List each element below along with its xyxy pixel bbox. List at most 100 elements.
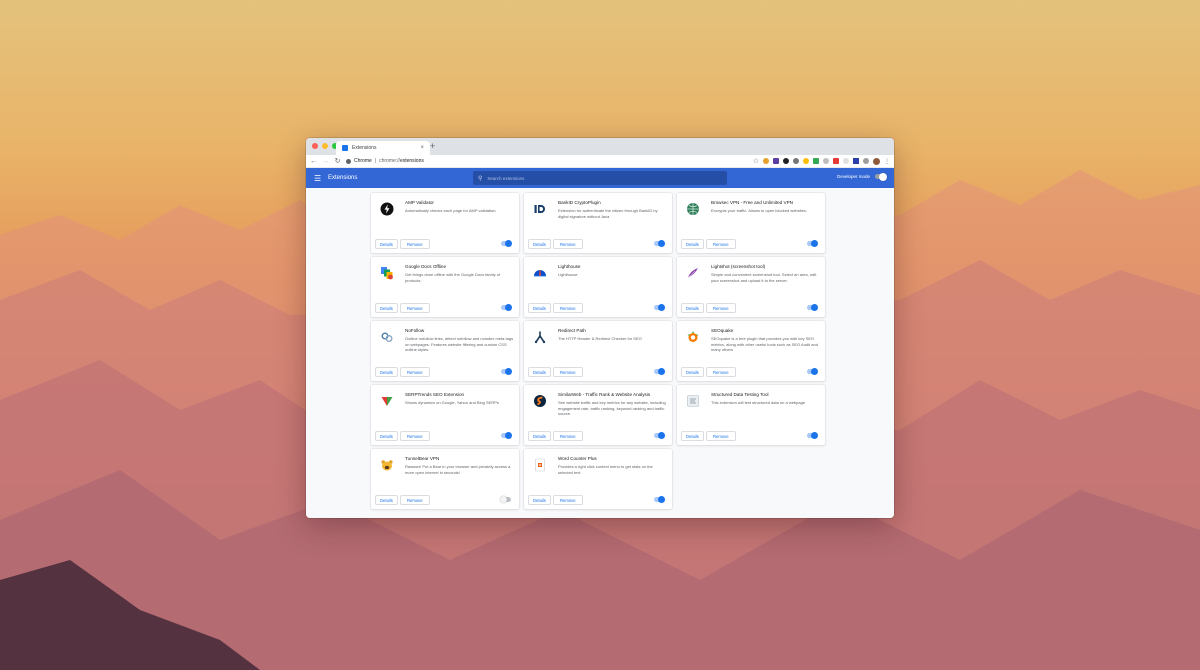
extension-icon[interactable]: [783, 158, 789, 164]
forward-icon[interactable]: →: [322, 158, 329, 165]
extension-icon[interactable]: [763, 158, 769, 164]
extension-enable-toggle[interactable]: [654, 432, 665, 439]
remove-button[interactable]: Remove: [552, 431, 583, 441]
details-button[interactable]: Details: [375, 495, 398, 505]
details-button[interactable]: Details: [681, 367, 704, 377]
extension-name: Google Docs Offline: [405, 264, 447, 269]
remove-button[interactable]: Remove: [399, 495, 430, 505]
search-box[interactable]: ⚲: [473, 171, 727, 185]
extension-enable-toggle[interactable]: [500, 496, 511, 503]
remove-button[interactable]: Remove: [705, 367, 736, 377]
remove-button[interactable]: Remove: [399, 303, 430, 313]
minimize-window-button[interactable]: [322, 143, 328, 149]
extension-card: SimilarWeb - Traffic Rank & Website Anal…: [524, 385, 672, 445]
lightning-bolt-icon: [380, 202, 394, 216]
avatar[interactable]: [873, 157, 880, 165]
details-button[interactable]: Details: [681, 431, 704, 441]
chrome-page-icon: [346, 158, 351, 164]
details-button[interactable]: Details: [528, 495, 551, 505]
extension-enable-toggle[interactable]: [807, 240, 818, 247]
extension-description: Shows dynamics on Google, Yahoo and Bing…: [405, 400, 499, 405]
tab-title: Extensions: [352, 145, 377, 151]
structured-data-icon: [686, 394, 700, 408]
details-button[interactable]: Details: [375, 239, 398, 249]
details-button[interactable]: Details: [375, 303, 398, 313]
details-button[interactable]: Details: [681, 239, 704, 249]
extension-icon[interactable]: [803, 158, 809, 164]
extension-name: NoFollow: [405, 328, 425, 333]
search-input[interactable]: [487, 175, 708, 181]
bookmark-star-icon[interactable]: ☆: [753, 157, 759, 165]
remove-button[interactable]: Remove: [552, 239, 583, 249]
details-button[interactable]: Details: [528, 303, 551, 313]
extension-card: Google Docs Offline Get things done offl…: [371, 257, 519, 317]
extension-enable-toggle[interactable]: [807, 368, 818, 375]
omnibox-path: extensions: [399, 158, 424, 164]
extension-enable-toggle[interactable]: [807, 432, 818, 439]
extension-enable-toggle[interactable]: [654, 368, 665, 375]
extension-enable-toggle[interactable]: [501, 304, 512, 311]
extension-actions: Details Remove: [375, 303, 430, 313]
extension-actions: Details Remove: [681, 303, 736, 313]
details-button[interactable]: Details: [528, 431, 551, 441]
extension-icon[interactable]: [843, 158, 849, 164]
tab-extensions[interactable]: Extensions ×: [336, 141, 430, 155]
details-button[interactable]: Details: [528, 239, 551, 249]
remove-button[interactable]: Remove: [705, 303, 736, 313]
window-controls: [312, 143, 338, 149]
extension-name: TunnelBear VPN: [405, 456, 440, 461]
remove-button[interactable]: Remove: [399, 367, 430, 377]
extension-enable-toggle[interactable]: [501, 240, 512, 247]
extension-icon[interactable]: [793, 158, 799, 164]
extension-name: SEOquake: [711, 328, 734, 333]
remove-button[interactable]: Remove: [552, 367, 583, 377]
reload-icon[interactable]: ↻: [334, 157, 341, 165]
extension-enable-toggle[interactable]: [501, 368, 512, 375]
back-icon[interactable]: ←: [310, 158, 317, 165]
remove-button[interactable]: Remove: [399, 431, 430, 441]
developer-mode-toggle[interactable]: [875, 172, 887, 181]
extension-card: Lighthouse Lighthouse Details Remove: [524, 257, 672, 317]
extension-actions: Details Remove: [375, 367, 430, 377]
extension-name: Lightshot (screenshot tool): [711, 264, 766, 269]
extension-enable-toggle[interactable]: [654, 304, 665, 311]
link-icon: [380, 330, 394, 344]
details-button[interactable]: Details: [375, 431, 398, 441]
extension-icon[interactable]: [853, 158, 859, 164]
google-docs-icon: [380, 266, 394, 280]
hamburger-menu-icon[interactable]: ☰: [314, 174, 324, 183]
menu-dots-icon[interactable]: ⋮: [884, 158, 890, 165]
extension-name: SimilarWeb - Traffic Rank & Website Anal…: [558, 392, 651, 397]
extension-actions: Details Remove: [681, 367, 736, 377]
details-button[interactable]: Details: [681, 303, 704, 313]
extension-enable-toggle[interactable]: [501, 432, 512, 439]
extension-grid: AMP Validator Automatically checks each …: [371, 193, 829, 509]
feather-icon: [686, 266, 700, 280]
developer-mode: Developer mode: [837, 172, 887, 181]
seoquake-icon: [686, 330, 700, 344]
extension-enable-toggle[interactable]: [654, 240, 665, 247]
details-button[interactable]: Details: [528, 367, 551, 377]
address-bar[interactable]: Chrome | chrome://extensions: [346, 156, 736, 166]
omnibox-separator: |: [374, 158, 377, 164]
extension-enable-toggle[interactable]: [807, 304, 818, 311]
extension-name: Browsec VPN - Free and Unlimited VPN: [711, 200, 793, 205]
remove-button[interactable]: Remove: [399, 239, 430, 249]
details-button[interactable]: Details: [375, 367, 398, 377]
remove-button[interactable]: Remove: [552, 303, 583, 313]
extension-icon[interactable]: [833, 158, 839, 164]
extension-icon[interactable]: [823, 158, 829, 164]
remove-button[interactable]: Remove: [705, 239, 736, 249]
omnibox-scheme: chrome://: [379, 158, 400, 164]
extension-icon[interactable]: [813, 158, 819, 164]
close-window-button[interactable]: [312, 143, 318, 149]
remove-button[interactable]: Remove: [705, 431, 736, 441]
new-tab-button[interactable]: +: [430, 141, 435, 152]
extension-actions: Details Remove: [528, 367, 583, 377]
close-tab-icon[interactable]: ×: [420, 145, 424, 151]
extension-icon[interactable]: [863, 158, 869, 164]
extension-enable-toggle[interactable]: [654, 496, 665, 503]
tab-strip: Extensions × +: [306, 138, 894, 155]
extension-icon[interactable]: [773, 158, 779, 164]
remove-button[interactable]: Remove: [552, 495, 583, 505]
